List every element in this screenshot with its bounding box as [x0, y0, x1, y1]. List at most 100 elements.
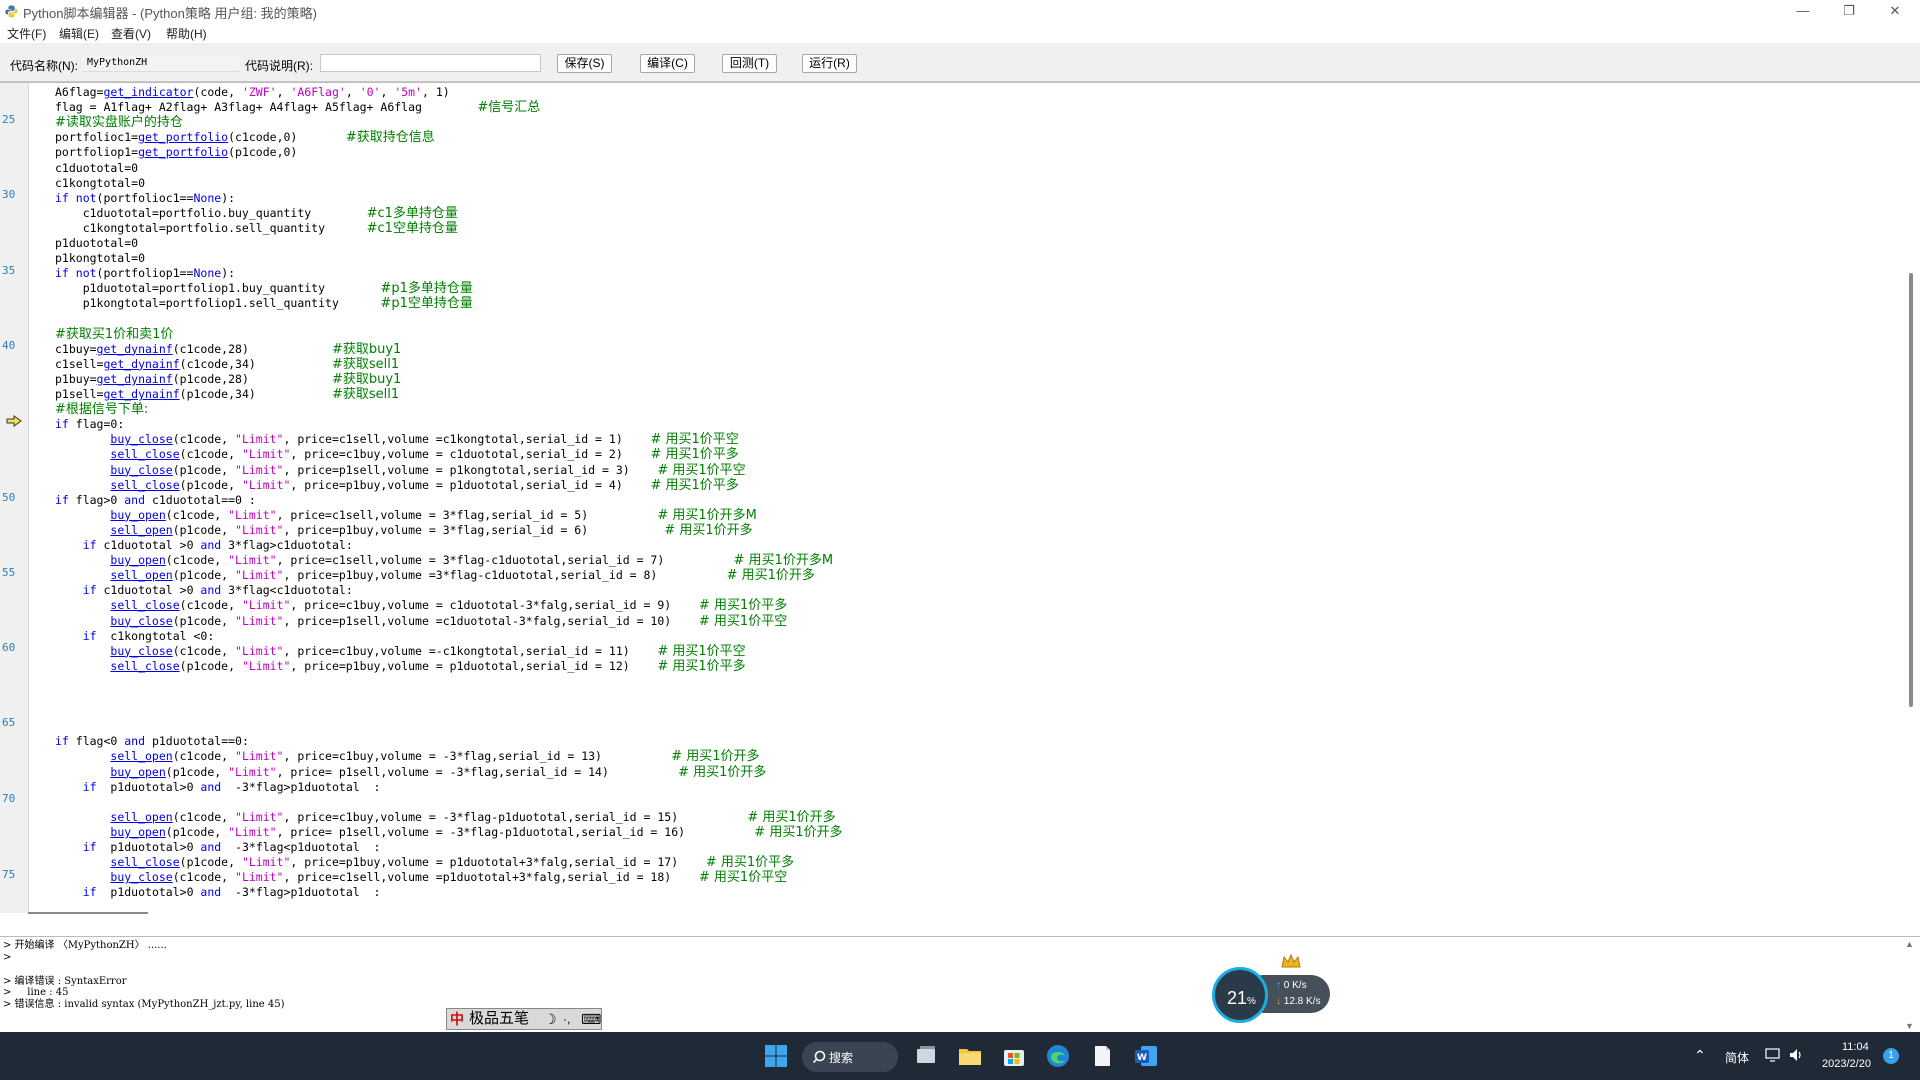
code-token: if [55, 417, 69, 432]
code-line[interactable]: if c1duototal >0 and 3*flag>c1duototal: [55, 538, 353, 553]
backtest-button[interactable]: 回测(T) [722, 54, 777, 73]
code-line[interactable]: buy_close(p1code, "Limit", price=p1sell,… [55, 614, 787, 629]
code-line[interactable]: c1duototal=0 [55, 161, 138, 176]
code-line[interactable]: #根据信号下单: [55, 402, 148, 417]
code-line[interactable]: if flag>0 and c1duototal==0 : [55, 493, 256, 508]
code-line[interactable]: c1sell=get_dynainf(c1code,34) #获取sell1 [55, 357, 399, 372]
code-line[interactable]: p1duototal=0 [55, 236, 138, 251]
code-token: (p1code, [165, 764, 229, 779]
ime-name[interactable]: 极品五笔 [469, 1011, 529, 1027]
code-line[interactable]: if not(portfoliop1==None): [55, 266, 235, 281]
code-line[interactable]: if p1duototal>0 and -3*flag>p1duototal : [55, 780, 381, 795]
code-line[interactable]: if p1duototal>0 and -3*flag>p1duototal : [55, 885, 381, 900]
code-line[interactable]: if flag<0 and p1duototal==0: [55, 734, 249, 749]
code-line[interactable]: portfolioc1=get_portfolio(c1code,0) #获取持… [55, 130, 435, 145]
taskbar-search[interactable]: 搜索 [802, 1042, 898, 1072]
input-language[interactable]: 简体 [1725, 1049, 1749, 1066]
vertical-scrollbar[interactable] [1906, 83, 1920, 917]
store-icon[interactable] [1000, 1042, 1028, 1070]
code-line[interactable]: portfoliop1=get_portfolio(p1code,0) [55, 145, 297, 160]
code-line[interactable]: if flag=0: [55, 417, 124, 432]
code-line[interactable]: p1kongtotal=0 [55, 251, 145, 266]
code-line[interactable]: #获取买1价和卖1价 [55, 327, 173, 342]
code-line[interactable]: sell_open(p1code, "Limit", price=p1buy,v… [55, 523, 752, 538]
scroll-up-icon[interactable]: ▲ [1905, 939, 1914, 949]
ime-toolbar[interactable]: 中 极品五笔 ☽ ·, ⌨ [446, 1008, 602, 1030]
notification-badge[interactable]: 1 [1883, 1048, 1899, 1064]
minimize-button[interactable]: — [1780, 0, 1826, 22]
output-scrollbar[interactable]: ▲ ▼ [1900, 937, 1920, 1035]
horizontal-scroll-thumb[interactable] [28, 912, 148, 914]
code-line[interactable]: sell_close(c1code, "Limit", price=c1buy,… [55, 447, 738, 462]
maximize-button[interactable]: ❐ [1826, 0, 1872, 22]
ime-moon-icon[interactable]: ☽ [544, 1011, 557, 1027]
code-line[interactable]: c1kongtotal=portfolio.sell_quantity #c1空… [55, 221, 458, 236]
word-icon[interactable]: W [1132, 1042, 1160, 1070]
code-line[interactable]: sell_open(c1code, "Limit", price=c1buy,v… [55, 749, 759, 764]
file-explorer-icon[interactable] [956, 1042, 984, 1070]
code-line[interactable]: sell_close(p1code, "Limit", price=p1buy,… [55, 659, 745, 674]
code-text-area[interactable]: A6flag=get_indicator(code, 'ZWF', 'A6Fla… [55, 83, 1885, 913]
code-line[interactable]: #读取实盘账户的持仓 [55, 115, 183, 130]
code-line[interactable]: if not(portfolioc1==None): [55, 191, 235, 206]
code-line[interactable]: c1buy=get_dynainf(c1code,28) #获取buy1 [55, 342, 401, 357]
network-icon[interactable] [1764, 1047, 1782, 1063]
clock-date[interactable]: 2023/2/20 [1822, 1058, 1871, 1070]
code-token: buy_open [110, 507, 166, 522]
code-line[interactable]: sell_open(p1code, "Limit", price=p1buy,v… [55, 568, 815, 583]
code-line[interactable]: p1sell=get_dynainf(p1code,34) #获取sell1 [55, 387, 399, 402]
save-button[interactable]: 保存(S) [557, 54, 612, 73]
code-line[interactable]: buy_open(c1code, "Limit", price=c1sell,v… [55, 553, 833, 568]
notepad-icon[interactable] [1088, 1042, 1116, 1070]
tray-overflow-chevron-icon[interactable]: ⌃ [1694, 1047, 1706, 1064]
scroll-down-icon[interactable]: ▼ [1905, 1021, 1914, 1031]
code-line[interactable]: if p1duototal>0 and -3*flag<p1duototal : [55, 840, 381, 855]
code-name-input[interactable]: MyPythonZH [82, 54, 240, 72]
code-editor[interactable]: 25 30 35 40 50 55 60 65 70 75 A6flag=get… [0, 82, 1920, 917]
code-line[interactable]: sell_close(c1code, "Limit", price=c1buy,… [55, 598, 787, 613]
menu-view[interactable]: 查看(V) [111, 25, 151, 42]
code-line[interactable]: A6flag=get_indicator(code, 'ZWF', 'A6Fla… [55, 85, 450, 100]
code-token: (c1code, [172, 643, 236, 658]
code-line[interactable]: sell_open(c1code, "Limit", price=c1buy,v… [55, 810, 835, 825]
code-line[interactable]: c1kongtotal=0 [55, 176, 145, 191]
code-line[interactable]: if c1duototal >0 and 3*flag<c1duototal: [55, 583, 353, 598]
code-line[interactable]: buy_close(c1code, "Limit", price=c1sell,… [55, 432, 738, 447]
clock-time[interactable]: 11:04 [1842, 1041, 1869, 1053]
ime-punct-icon[interactable]: ·, [563, 1011, 570, 1027]
code-token: "Limit" [235, 870, 284, 885]
menu-help[interactable]: 帮助(H) [166, 25, 207, 42]
code-token: "Limit" [228, 824, 277, 839]
network-speed-widget[interactable]: 21% ↑ 0 K/s ↓ 12.8 K/s [1212, 953, 1336, 1025]
code-line[interactable]: buy_open(c1code, "Limit", price=c1sell,v… [55, 508, 757, 523]
menu-file[interactable]: 文件(F) [7, 25, 46, 42]
code-line[interactable]: sell_close(p1code, "Limit", price=p1buy,… [55, 855, 794, 870]
code-line[interactable]: c1duototal=portfolio.buy_quantity #c1多单持… [55, 206, 458, 221]
code-line[interactable]: sell_close(p1code, "Limit", price=p1buy,… [55, 478, 738, 493]
line-number: 75 [2, 868, 16, 881]
menu-edit[interactable]: 编辑(E) [59, 25, 99, 42]
code-line[interactable]: buy_close(c1code, "Limit", price=c1sell,… [55, 870, 787, 885]
compile-button[interactable]: 编译(C) [640, 54, 695, 73]
vertical-scroll-thumb[interactable] [1909, 273, 1913, 707]
code-line[interactable]: p1buy=get_dynainf(p1code,28) #获取buy1 [55, 372, 401, 387]
run-button[interactable]: 运行(R) [802, 54, 857, 73]
code-desc-input[interactable] [320, 54, 541, 72]
ime-keyboard-icon[interactable]: ⌨ [581, 1011, 601, 1027]
task-view-icon[interactable] [912, 1042, 940, 1070]
code-line[interactable]: flag = A1flag+ A2flag+ A3flag+ A4flag+ A… [55, 100, 540, 115]
ime-mode[interactable]: 中 [450, 1011, 464, 1027]
horizontal-scrollbar[interactable] [28, 912, 1906, 917]
code-line[interactable]: p1duototal=portfoliop1.buy_quantity #p1多… [55, 281, 473, 296]
volume-icon[interactable] [1788, 1047, 1806, 1063]
windows-start-icon[interactable] [762, 1042, 790, 1070]
close-button[interactable]: ✕ [1872, 0, 1918, 22]
edge-browser-icon[interactable] [1044, 1042, 1072, 1070]
code-line[interactable]: buy_open(p1code, "Limit", price= p1sell,… [55, 765, 766, 780]
taskbar: 搜索 W ⌃ 简体 11:04 2023/2/20 1 [0, 1032, 1920, 1080]
code-line[interactable]: p1kongtotal=portfoliop1.sell_quantity #p… [55, 296, 473, 311]
code-line[interactable]: if c1kongtotal <0: [55, 629, 215, 644]
code-line[interactable]: buy_close(c1code, "Limit", price=c1buy,v… [55, 643, 745, 659]
code-line[interactable]: buy_close(p1code, "Limit", price=p1sell,… [55, 463, 745, 478]
code-line[interactable]: buy_open(p1code, "Limit", price= p1sell,… [55, 824, 842, 840]
